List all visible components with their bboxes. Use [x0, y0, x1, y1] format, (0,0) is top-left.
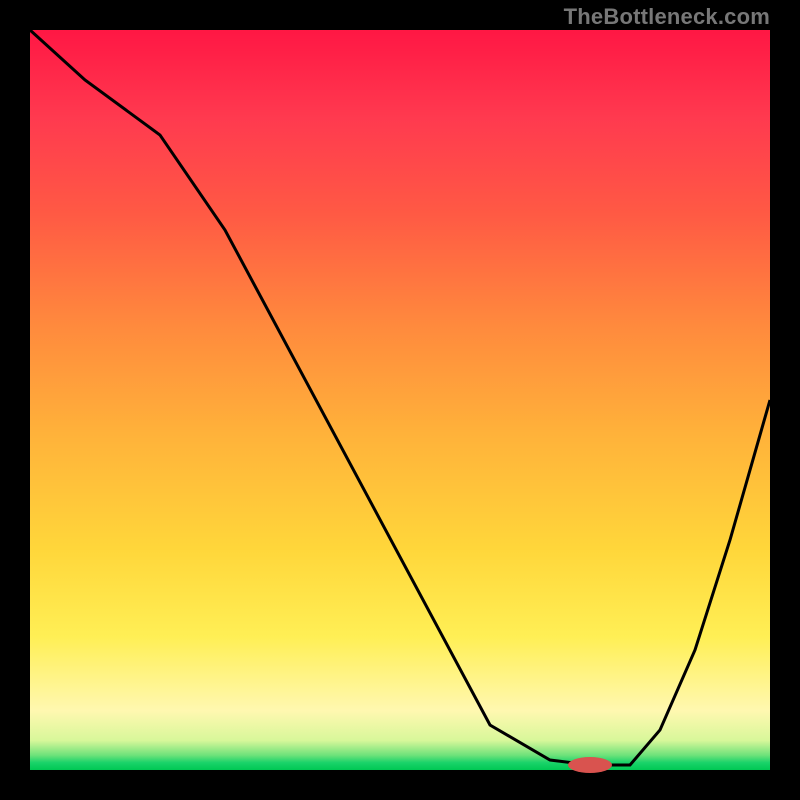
chart-frame: TheBottleneck.com [0, 0, 800, 800]
watermark-label: TheBottleneck.com [564, 4, 770, 30]
bottleneck-curve [30, 30, 770, 765]
optimal-marker [568, 757, 612, 773]
chart-svg [30, 30, 770, 770]
